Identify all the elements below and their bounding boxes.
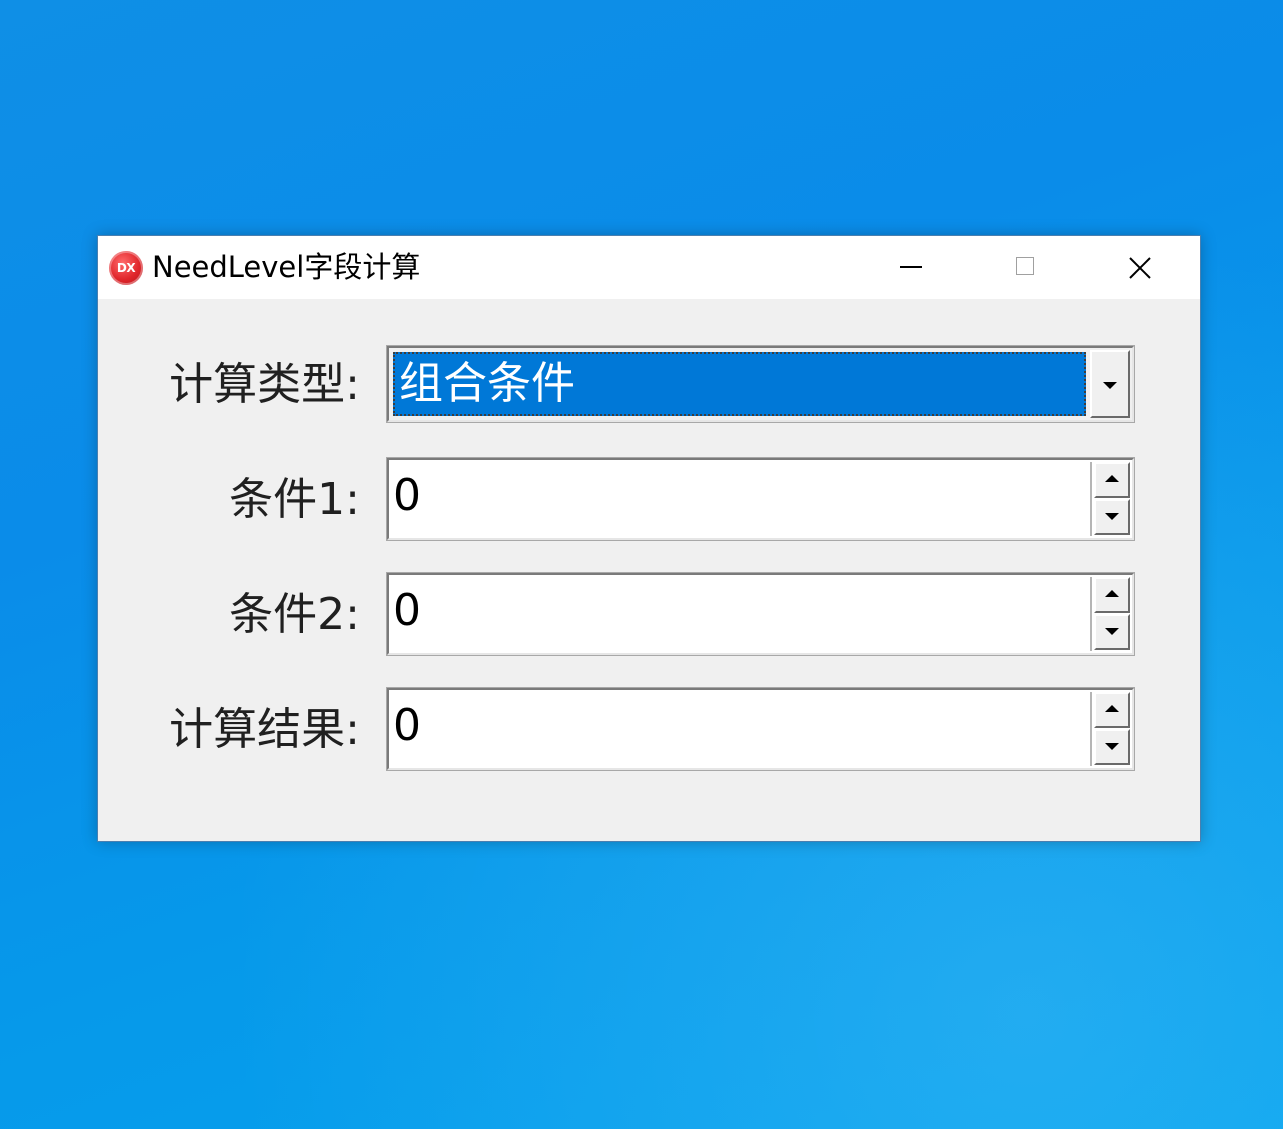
close-icon (1129, 257, 1151, 279)
dx-logo-icon[interactable]: DX (109, 251, 143, 285)
result-spin-buttons (1090, 692, 1130, 766)
condition1-spin-buttons (1090, 462, 1130, 536)
condition2-label: 条件2: (229, 589, 360, 640)
condition2-value[interactable]: 0 (393, 579, 421, 643)
maximize-icon (1016, 257, 1034, 275)
minimize-button[interactable] (852, 236, 968, 299)
condition1-decrement-button[interactable] (1094, 499, 1130, 535)
result-decrement-button[interactable] (1094, 729, 1130, 765)
result-value[interactable]: 0 (393, 694, 421, 758)
arrow-down-icon (1105, 743, 1119, 750)
dropdown-button[interactable] (1090, 350, 1130, 418)
condition2-spin-buttons (1090, 577, 1130, 651)
condition1-increment-button[interactable] (1094, 462, 1130, 498)
minimize-icon (900, 266, 922, 268)
calc-type-dropdown[interactable]: 组合条件 (386, 345, 1135, 423)
chevron-down-icon (1103, 382, 1117, 389)
arrow-down-icon (1105, 628, 1119, 635)
condition2-increment-button[interactable] (1094, 577, 1130, 613)
arrow-up-icon (1105, 705, 1119, 712)
result-spinbox[interactable]: 0 (386, 687, 1135, 771)
result-increment-button[interactable] (1094, 692, 1130, 728)
result-label: 计算结果: (169, 704, 360, 755)
title-bar[interactable]: DX NeedLevel字段计算 (98, 236, 1200, 299)
arrow-up-icon (1105, 475, 1119, 482)
window-title: NeedLevel字段计算 (152, 250, 421, 284)
calc-type-selected-value[interactable]: 组合条件 (393, 352, 1086, 416)
arrow-down-icon (1105, 513, 1119, 520)
condition2-decrement-button[interactable] (1094, 614, 1130, 650)
condition1-label: 条件1: (229, 474, 360, 525)
close-button[interactable] (1084, 236, 1200, 299)
dialog-window: DX NeedLevel字段计算 计算类型: 组合条件 条件1: 0 条件2: … (97, 235, 1201, 842)
condition2-spinbox[interactable]: 0 (386, 572, 1135, 656)
condition1-value[interactable]: 0 (393, 464, 421, 528)
maximize-button[interactable] (968, 236, 1084, 299)
calc-type-label: 计算类型: (169, 359, 360, 410)
condition1-spinbox[interactable]: 0 (386, 457, 1135, 541)
arrow-up-icon (1105, 590, 1119, 597)
